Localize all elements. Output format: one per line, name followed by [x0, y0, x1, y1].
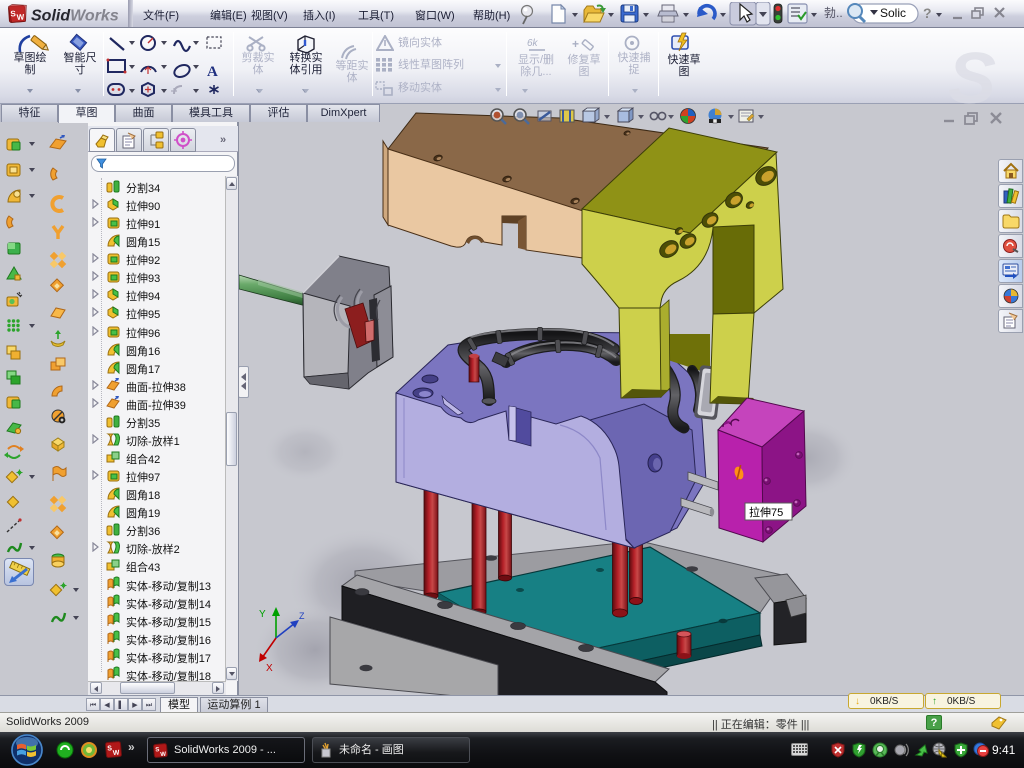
svg-text:W: W [160, 752, 167, 759]
svg-text:A: A [207, 64, 218, 80]
svg-text:W: W [16, 12, 25, 22]
svg-text:拉伸75: 拉伸75 [749, 505, 783, 519]
svg-text:勃..: 勃.. [824, 6, 843, 20]
svg-text:X: X [266, 663, 273, 674]
svg-text:Solic: Solic [880, 6, 906, 20]
svg-text:?: ? [923, 5, 932, 21]
svg-text:6k: 6k [527, 38, 539, 49]
svg-text:SolidWorks: SolidWorks [31, 8, 119, 25]
svg-text:Z: Z [299, 611, 305, 621]
svg-text:+: + [572, 37, 579, 51]
svg-text:W: W [113, 750, 121, 758]
svg-text:S: S [155, 747, 160, 753]
svg-text:Y: Y [259, 609, 266, 620]
